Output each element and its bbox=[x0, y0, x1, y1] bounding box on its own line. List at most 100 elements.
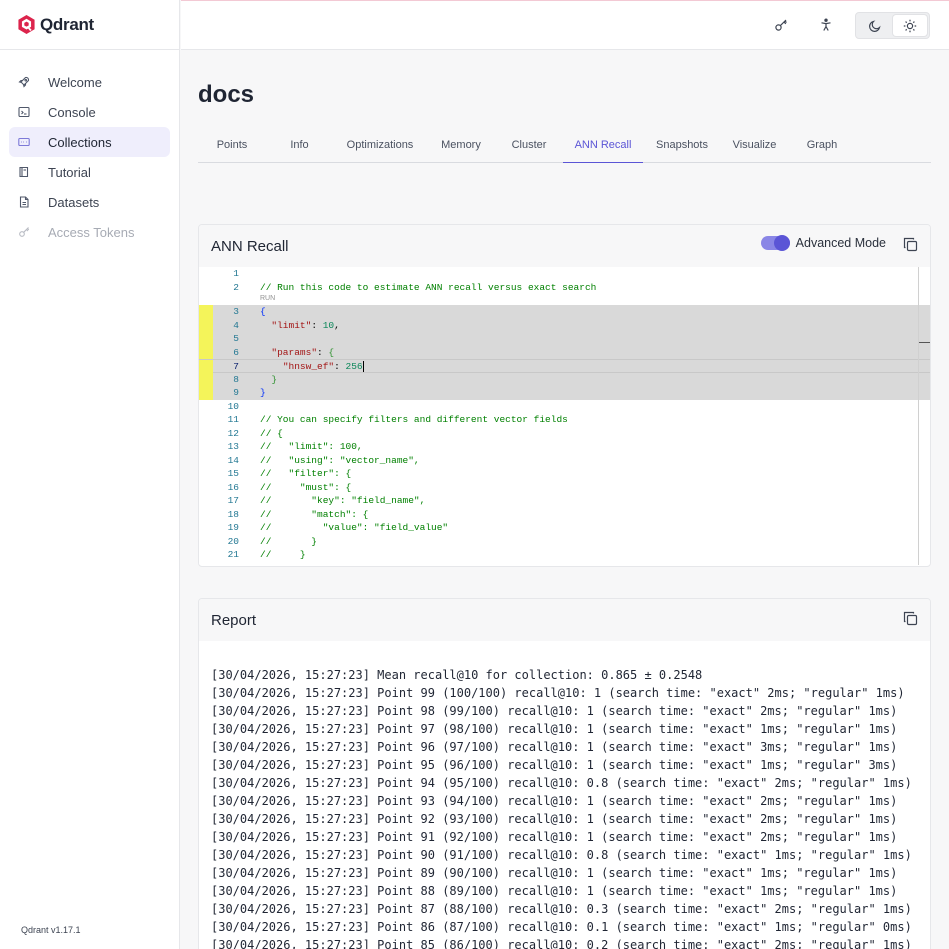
line-number: 11 bbox=[227, 414, 239, 425]
line-number: 17 bbox=[227, 495, 239, 506]
tab-optimizations[interactable]: Optimizations bbox=[333, 131, 427, 163]
log-line: [30/04/2026, 15:27:23] Point 95 (96/100)… bbox=[211, 758, 898, 772]
line-number: 4 bbox=[233, 319, 239, 331]
tab-ann-recall[interactable]: ANN Recall bbox=[563, 131, 643, 163]
moon-icon[interactable] bbox=[858, 15, 893, 36]
line-number: 5 bbox=[233, 333, 239, 344]
line-number: 6 bbox=[233, 346, 239, 358]
sidebar-item-tutorial[interactable]: Tutorial bbox=[9, 157, 170, 187]
line-number: 20 bbox=[227, 535, 239, 547]
log-line: [30/04/2026, 15:27:23] Point 94 (95/100)… bbox=[211, 776, 912, 790]
sidebar-item-label: Tutorial bbox=[48, 164, 91, 180]
code-text: // "key": "field_name", bbox=[260, 495, 426, 506]
sidebar-item-label: Welcome bbox=[48, 74, 102, 90]
editor-line: 4 "limit": 10, bbox=[199, 318, 930, 332]
log-line: [30/04/2026, 15:27:23] Point 85 (86/100)… bbox=[211, 938, 912, 949]
logo[interactable]: Qdrant bbox=[0, 0, 179, 50]
main-content: docs Points Info Optimizations Memory Cl… bbox=[181, 51, 949, 949]
editor-line: 19 // "value": "field_value" bbox=[199, 521, 930, 535]
app-version: Qdrant v1.17.1 bbox=[21, 925, 81, 935]
log-line: [30/04/2026, 15:27:23] Point 96 (97/100)… bbox=[211, 740, 898, 754]
editor-line: 20 // } bbox=[199, 535, 930, 549]
theme-switch bbox=[855, 12, 930, 39]
run-code-lens[interactable]: RUN bbox=[260, 295, 275, 302]
log-line: [30/04/2026, 15:27:23] Point 89 (90/100)… bbox=[211, 866, 898, 880]
sidebar-item-collections[interactable]: Collections bbox=[9, 127, 170, 157]
code-text: "limit": 10, bbox=[271, 319, 340, 331]
log-line: [30/04/2026, 15:27:23] Point 92 (93/100)… bbox=[211, 812, 898, 826]
ann-recall-card: ANN Recall Advanced Mode 1 2 // Run this … bbox=[198, 224, 931, 567]
accessibility-icon[interactable] bbox=[818, 17, 834, 33]
line-number: 15 bbox=[227, 468, 239, 479]
sidebar: Qdrant Welcome Console Collections Tutor… bbox=[0, 0, 180, 949]
report-header: Report bbox=[199, 599, 930, 641]
editor-line: 13 // "limit": 100, bbox=[199, 440, 930, 454]
sidebar-nav: Welcome Console Collections Tutorial Dat… bbox=[0, 50, 179, 247]
page-title: docs bbox=[198, 81, 255, 108]
file-icon bbox=[18, 196, 30, 208]
editor-line: 21 // } bbox=[199, 548, 930, 562]
sidebar-item-datasets[interactable]: Datasets bbox=[9, 187, 170, 217]
sidebar-item-label: Console bbox=[48, 104, 96, 120]
editor-line: 1 bbox=[199, 267, 930, 281]
log-line: [30/04/2026, 15:27:23] Point 90 (91/100)… bbox=[211, 848, 912, 862]
code-text: // "limit": 100, bbox=[260, 441, 363, 452]
editor-line: 6 "params": { bbox=[199, 345, 930, 359]
tab-points[interactable]: Points bbox=[198, 131, 266, 163]
rocket-icon bbox=[18, 76, 30, 88]
copy-icon[interactable] bbox=[903, 611, 918, 626]
code-text: } bbox=[260, 387, 266, 398]
code-text: // "using": "vector_name", bbox=[260, 454, 420, 466]
advanced-mode-toggle[interactable]: Advanced Mode bbox=[760, 235, 886, 251]
editor-line: 5 bbox=[199, 332, 930, 346]
code-editor[interactable]: 1 2 // Run this code to estimate ANN reca… bbox=[199, 267, 930, 565]
tab-memory[interactable]: Memory bbox=[427, 131, 495, 163]
ann-recall-title: ANN Recall bbox=[211, 237, 289, 255]
code-text: // "match": { bbox=[260, 508, 369, 520]
copy-icon[interactable] bbox=[903, 237, 918, 252]
tab-visualize[interactable]: Visualize bbox=[721, 131, 788, 163]
tab-cluster[interactable]: Cluster bbox=[495, 131, 563, 163]
report-card: Report [30/04/2026, 15:27:23] Mean recal… bbox=[198, 598, 931, 949]
line-number: 18 bbox=[227, 508, 239, 520]
top-bar bbox=[181, 0, 949, 50]
editor-scrollbar[interactable] bbox=[918, 267, 919, 565]
sidebar-item-welcome[interactable]: Welcome bbox=[9, 67, 170, 97]
editor-line: 16 // "must": { bbox=[199, 481, 930, 495]
code-text: // { bbox=[260, 427, 283, 439]
log-line: [30/04/2026, 15:27:23] Point 93 (94/100)… bbox=[211, 794, 898, 808]
tab-snapshots[interactable]: Snapshots bbox=[643, 131, 721, 163]
line-number: 16 bbox=[227, 481, 239, 493]
collection-tabs: Points Info Optimizations Memory Cluster… bbox=[198, 131, 931, 163]
code-text: } bbox=[271, 373, 278, 385]
book-icon bbox=[18, 166, 30, 178]
code-text: // } bbox=[260, 535, 318, 547]
sun-icon[interactable] bbox=[892, 15, 927, 36]
log-line: [30/04/2026, 15:27:23] Point 99 (100/100… bbox=[211, 686, 905, 700]
tab-info[interactable]: Info bbox=[266, 131, 333, 163]
log-line: [30/04/2026, 15:27:23] Point 88 (89/100)… bbox=[211, 884, 898, 898]
line-number: 14 bbox=[227, 454, 239, 466]
code-text: "params": { bbox=[271, 346, 335, 358]
key-icon[interactable] bbox=[773, 17, 789, 33]
log-line: [30/04/2026, 15:27:23] Point 86 (87/100)… bbox=[211, 920, 912, 934]
ann-recall-header: ANN Recall Advanced Mode bbox=[199, 225, 930, 267]
line-number: 21 bbox=[227, 549, 239, 560]
line-number: 7 bbox=[233, 361, 239, 372]
sidebar-item-access-tokens: Access Tokens bbox=[9, 217, 170, 247]
line-number: 8 bbox=[233, 373, 239, 385]
log-line: [30/04/2026, 15:27:23] Point 91 (92/100)… bbox=[211, 830, 898, 844]
sidebar-item-label: Collections bbox=[48, 134, 112, 150]
sidebar-item-console[interactable]: Console bbox=[9, 97, 170, 127]
line-number: 3 bbox=[233, 306, 239, 317]
toggle-switch[interactable] bbox=[760, 235, 790, 251]
key-icon bbox=[18, 226, 30, 238]
code-text: // "filter": { bbox=[260, 468, 352, 479]
editor-line: 3{ bbox=[199, 305, 930, 319]
sidebar-item-label: Access Tokens bbox=[48, 224, 135, 240]
tab-graph[interactable]: Graph bbox=[788, 131, 856, 163]
line-number: 10 bbox=[227, 400, 239, 412]
report-title: Report bbox=[211, 611, 257, 629]
editor-line: 15 // "filter": { bbox=[199, 467, 930, 481]
collections-icon bbox=[18, 136, 30, 148]
